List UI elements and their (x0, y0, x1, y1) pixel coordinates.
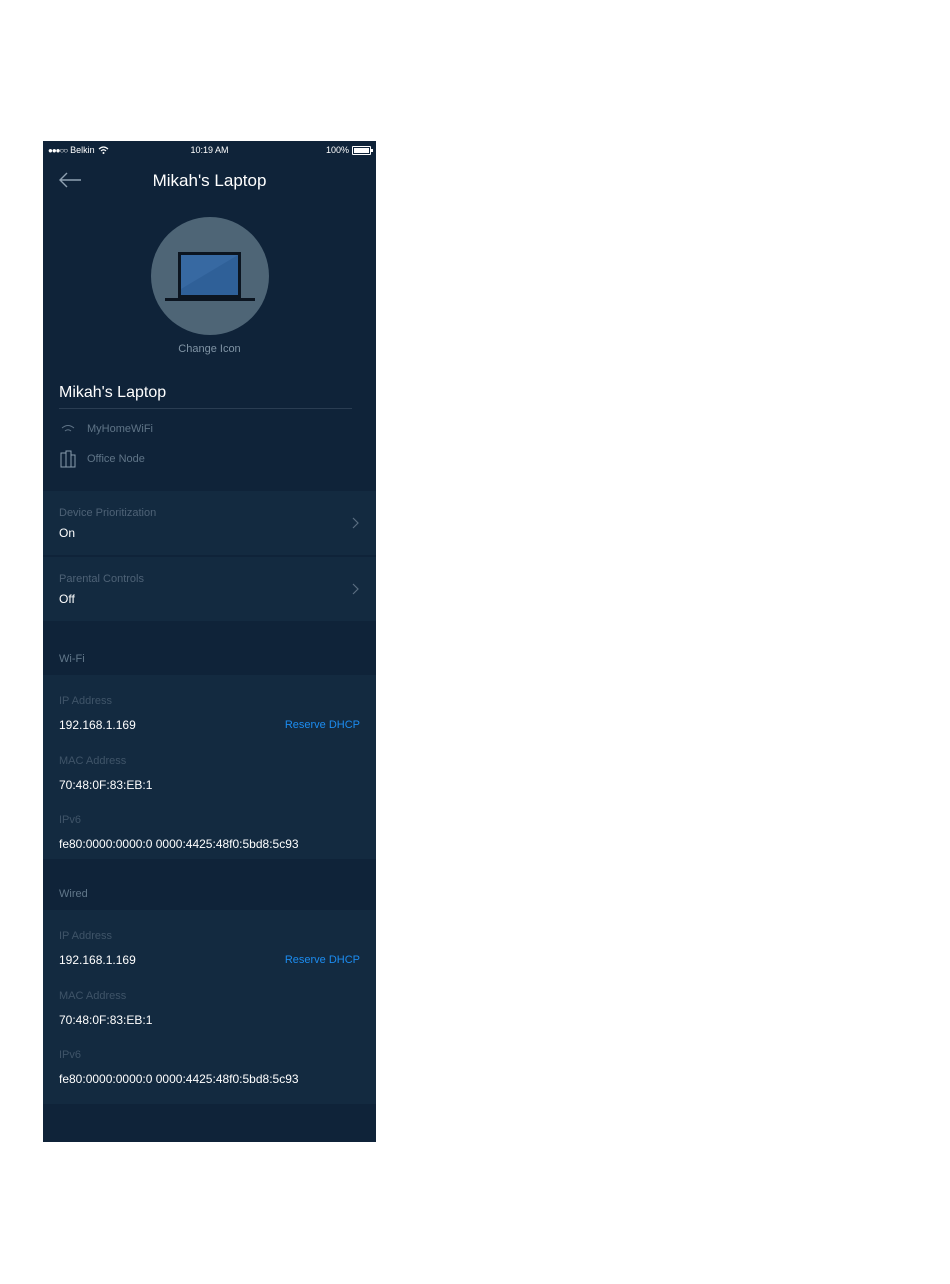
reserve-dhcp-link[interactable]: Reserve DHCP (285, 719, 360, 731)
setting-label: Parental Controls (59, 573, 144, 585)
wifi-icon (59, 420, 77, 438)
ipv6-label: IPv6 (59, 814, 82, 826)
status-bar: ●●●○○ Belkin 10:19 AM 100% (43, 141, 376, 159)
setting-value: Off (59, 592, 75, 606)
device-avatar[interactable] (151, 217, 269, 335)
device-details-screen: ●●●○○ Belkin 10:19 AM 100% Mikah's Lapto… (43, 141, 376, 1142)
nav-bar: Mikah's Laptop (43, 161, 376, 201)
battery-icon (352, 145, 373, 155)
device-prioritization-row[interactable]: Device Prioritization On (43, 491, 376, 555)
change-icon-link[interactable]: Change Icon (43, 343, 376, 355)
ip-address-value: 192.168.1.169 (59, 953, 136, 967)
network-row: MyHomeWiFi (59, 420, 153, 438)
back-arrow-icon[interactable] (57, 171, 83, 189)
ip-address-label: IP Address (59, 930, 112, 942)
battery-percent: 100% (325, 145, 349, 155)
setting-value: On (59, 526, 76, 540)
device-name-field[interactable]: Mikah's Laptop (59, 384, 352, 409)
mac-address-value: 70:48:0F:83:EB:1 (59, 778, 153, 792)
node-name: Office Node (87, 453, 145, 465)
chevron-right-icon (352, 583, 359, 595)
parental-controls-row[interactable]: Parental Controls Off (43, 557, 376, 621)
reserve-dhcp-link[interactable]: Reserve DHCP (285, 954, 360, 966)
page-title: Mikah's Laptop (152, 171, 267, 190)
wired-section-title: Wired (59, 888, 88, 900)
setting-label: Device Prioritization (59, 507, 157, 519)
wifi-section-title: Wi-Fi (59, 653, 85, 665)
wired-details-card: IP Address 192.168.1.169 Reserve DHCP MA… (43, 910, 376, 1104)
ip-address-label: IP Address (59, 695, 112, 707)
ipv6-value: fe80:0000:0000:0 0000:4425:48f0:5bd8:5c9… (59, 837, 299, 851)
mac-address-label: MAC Address (59, 990, 127, 1002)
chevron-right-icon (352, 517, 359, 529)
network-name: MyHomeWiFi (87, 423, 153, 435)
mac-address-value: 70:48:0F:83:EB:1 (59, 1013, 153, 1027)
ipv6-label: IPv6 (59, 1049, 82, 1061)
node-row: Office Node (59, 450, 145, 468)
wifi-details-card: IP Address 192.168.1.169 Reserve DHCP MA… (43, 675, 376, 859)
ipv6-value: fe80:0000:0000:0 0000:4425:48f0:5bd8:5c9… (59, 1072, 299, 1086)
laptop-icon (165, 252, 255, 301)
ip-address-value: 192.168.1.169 (59, 718, 136, 732)
mac-address-label: MAC Address (59, 755, 127, 767)
status-bar-right: 100% (325, 145, 373, 155)
node-icon (59, 450, 77, 468)
